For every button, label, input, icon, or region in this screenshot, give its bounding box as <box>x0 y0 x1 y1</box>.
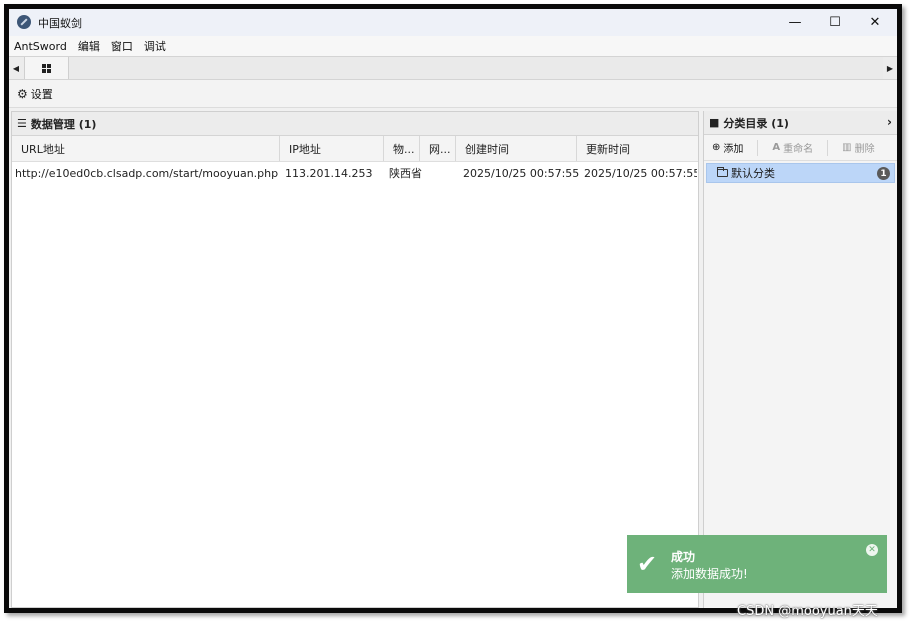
cell-ip: 113.201.14.253 <box>285 166 373 180</box>
tab-home[interactable] <box>24 57 69 79</box>
toolbar-divider <box>757 139 759 156</box>
category-toolbar: ⊕ 添加 A 重命名 ▥ 删除 <box>704 135 897 161</box>
data-panel-header: ☰ 数据管理 (1) <box>12 112 698 136</box>
tab-strip: ◀ ▶ <box>9 56 897 80</box>
watermark: CSDN @mooyuan天天 <box>737 604 878 619</box>
tab-scroll-right-icon[interactable]: ▶ <box>883 57 897 79</box>
category-panel-header: ■ 分类目录 (1) › <box>704 111 897 135</box>
rename-category-label: 重命名 <box>783 144 814 155</box>
toolbar-divider <box>827 139 829 156</box>
window-title: 中国蚁剑 <box>38 17 82 30</box>
app-window-frame: 中国蚁剑 — ☐ ✕ AntSword 编辑 窗口 调试 ◀ ▶ ⚙ 设置 ☰ … <box>4 4 902 613</box>
font-icon: A <box>772 142 781 153</box>
settings-label: 设置 <box>30 87 53 101</box>
settings-button[interactable]: ⚙ 设置 <box>17 86 53 102</box>
cell-url: http://e10ed0cb.clsadp.com/start/mooyuan… <box>15 166 279 180</box>
column-header-location[interactable]: 物... <box>384 136 420 161</box>
menu-edit[interactable]: 编辑 <box>78 38 100 54</box>
menu-window[interactable]: 窗口 <box>111 38 133 54</box>
menu-bar: AntSword 编辑 窗口 调试 <box>9 36 897 56</box>
toast-title: 成功 <box>671 550 696 564</box>
delete-category-label: 删除 <box>854 144 875 155</box>
data-grid-header: URL地址 IP地址 物... 网... 创建时间 更新时间 <box>12 136 698 162</box>
cell-updated: 2025/10/25 00:57:55 <box>584 166 697 180</box>
close-button[interactable]: ✕ <box>855 9 895 36</box>
column-header-url[interactable]: URL地址 <box>12 136 280 161</box>
check-icon: ✔ <box>637 550 658 578</box>
menu-debug[interactable]: 调试 <box>144 38 166 54</box>
column-header-updated[interactable]: 更新时间 <box>577 136 698 161</box>
category-item-default[interactable]: 默认分类 1 <box>706 163 895 183</box>
success-toast: ✔ 成功 添加数据成功! ✕ <box>627 535 887 593</box>
toast-message: 添加数据成功! <box>671 567 748 581</box>
data-panel-title: 数据管理 (1) <box>30 117 97 131</box>
column-header-network[interactable]: 网... <box>420 136 456 161</box>
category-count-badge: 1 <box>877 167 890 180</box>
tab-strip-empty <box>69 57 883 79</box>
cell-created: 2025/10/25 00:57:55 <box>463 166 580 180</box>
table-row[interactable]: http://e10ed0cb.clsadp.com/start/mooyuan… <box>12 162 698 184</box>
minimize-button[interactable]: — <box>775 9 815 36</box>
rename-category-button[interactable]: A 重命名 <box>772 140 813 155</box>
delete-category-button[interactable]: ▥ 删除 <box>842 140 874 155</box>
app-window: 中国蚁剑 — ☐ ✕ AntSword 编辑 窗口 调试 ◀ ▶ ⚙ 设置 ☰ … <box>9 9 897 608</box>
plus-circle-icon: ⊕ <box>712 142 721 153</box>
grid-icon <box>42 63 51 73</box>
title-bar[interactable]: 中国蚁剑 — ☐ ✕ <box>9 9 897 36</box>
maximize-button[interactable]: ☐ <box>815 9 855 36</box>
category-panel: ■ 分类目录 (1) › ⊕ 添加 A 重命名 ▥ 删除 默认分类 1 <box>703 111 897 608</box>
gear-icon: ⚙ <box>17 86 28 101</box>
chevron-right-icon[interactable]: › <box>887 115 892 129</box>
category-item-label: 默认分类 <box>731 167 775 180</box>
menu-antsword[interactable]: AntSword <box>14 40 67 53</box>
add-category-label: 添加 <box>723 144 744 155</box>
category-panel-title: 分类目录 (1) <box>723 116 789 130</box>
list-icon: ☰ <box>17 117 27 130</box>
antsword-logo-icon <box>17 15 31 29</box>
trash-icon: ▥ <box>842 142 852 153</box>
folder-icon: ■ <box>709 116 720 129</box>
tab-scroll-left-icon[interactable]: ◀ <box>9 57 23 79</box>
folder-open-icon <box>717 167 728 177</box>
add-category-button[interactable]: ⊕ 添加 <box>712 140 743 155</box>
cell-location: 陕西省 <box>389 167 422 180</box>
data-management-panel: ☰ 数据管理 (1) URL地址 IP地址 物... 网... 创建时间 更新时… <box>11 111 699 608</box>
column-header-created[interactable]: 创建时间 <box>456 136 577 161</box>
toolbar: ⚙ 设置 <box>9 80 897 108</box>
toast-close-icon[interactable]: ✕ <box>866 544 878 556</box>
column-header-ip[interactable]: IP地址 <box>280 136 384 161</box>
